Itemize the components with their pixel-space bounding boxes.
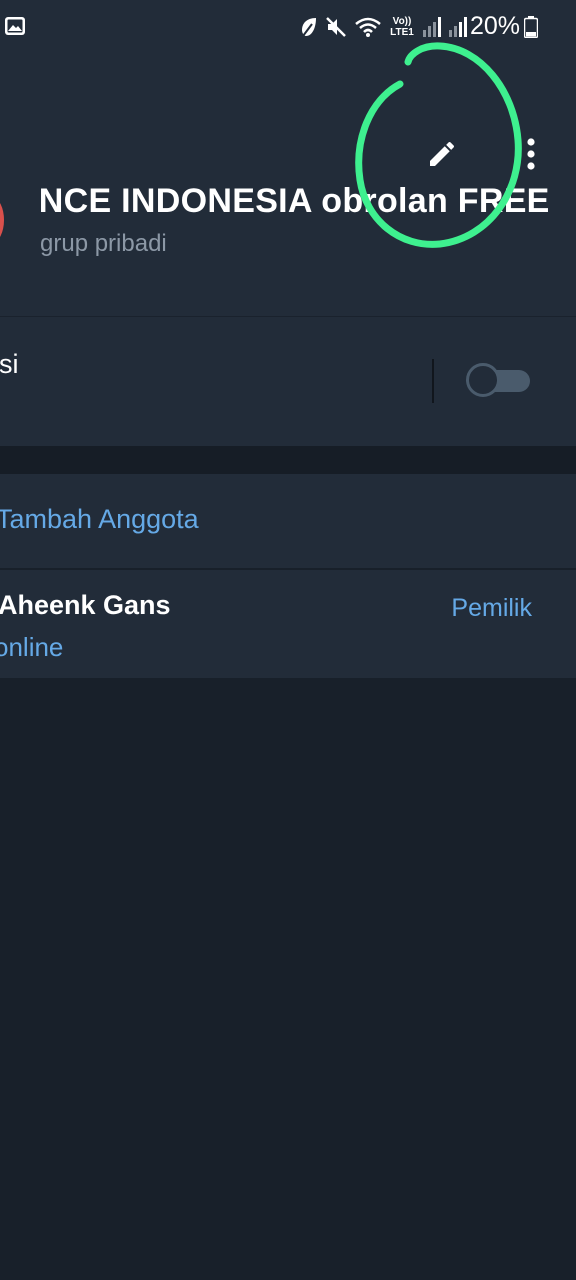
gallery-icon	[5, 17, 25, 35]
group-title: INCE INDONESIA obrolan FREE	[40, 182, 550, 220]
member-name: Aheenk Gans	[0, 590, 171, 620]
member-status: online	[0, 632, 64, 662]
group-avatar[interactable]	[0, 198, 4, 242]
notifications-toggle[interactable]	[466, 363, 530, 397]
member-role-badge: Pemilik	[451, 594, 532, 622]
status-bar: Vo)) LTE1 20%	[0, 0, 576, 54]
add-member-label: Tambah Anggota	[0, 504, 199, 534]
battery-percent: 20%	[469, 12, 520, 40]
wifi-icon	[355, 17, 381, 37]
list-item[interactable]: Aheenk Gans online Pemilik	[0, 570, 576, 678]
edit-button[interactable]	[420, 132, 464, 176]
signal-icon	[449, 17, 467, 37]
status-icons: Vo)) LTE1	[300, 10, 468, 44]
group-subtitle: grup pribadi	[40, 230, 167, 257]
leaf-icon	[302, 18, 316, 37]
row-separator	[432, 359, 434, 403]
signal-icon	[423, 17, 441, 37]
more-vertical-icon	[527, 138, 535, 170]
group-header: INCE INDONESIA obrolan FREE grup pribadi	[0, 54, 576, 316]
notifications-row[interactable]: asi	[0, 316, 576, 447]
volte-lte-icon: Vo)) LTE1	[390, 16, 414, 38]
battery-icon	[524, 16, 538, 38]
mute-icon	[326, 17, 346, 37]
more-options-button[interactable]	[514, 132, 548, 176]
add-member-row[interactable]: Tambah Anggota	[0, 474, 576, 568]
toggle-knob	[466, 363, 500, 397]
section-divider	[0, 446, 576, 474]
notifications-label: asi	[0, 349, 19, 379]
pencil-icon	[430, 141, 455, 166]
